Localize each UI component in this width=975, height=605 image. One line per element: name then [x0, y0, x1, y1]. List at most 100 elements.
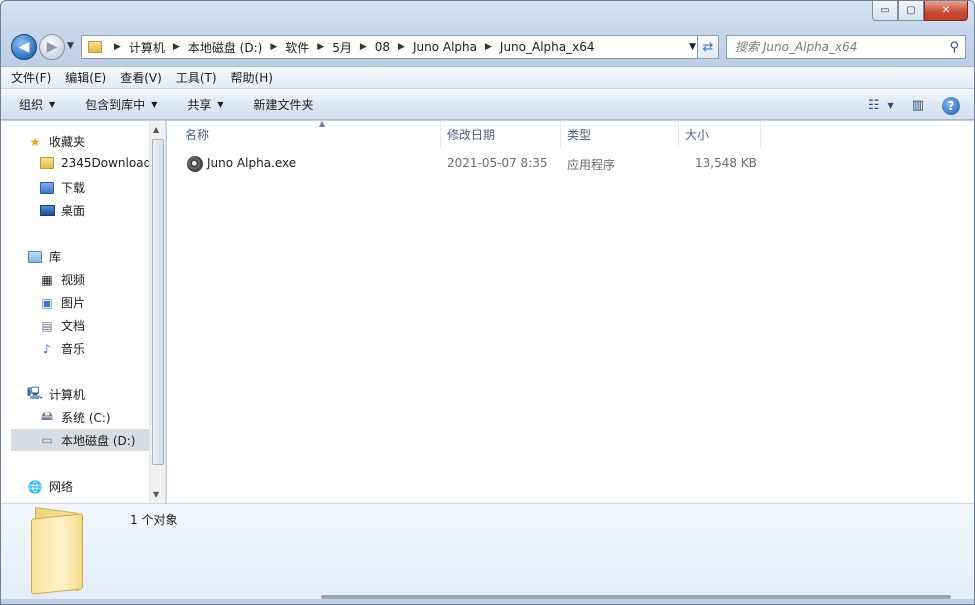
menu-bar: 文件(F) 编辑(E) 查看(V) 工具(T) 帮助(H): [1, 66, 974, 88]
maximize-button[interactable]: ▢: [898, 1, 924, 21]
breadcrumb-may[interactable]: 5月: [332, 39, 352, 56]
star-icon: ★: [29, 134, 41, 149]
nav-item-drive-d[interactable]: ▭ 本地磁盘 (D:): [11, 429, 149, 451]
forward-button[interactable]: ▶: [39, 34, 65, 60]
breadcrumb-computer[interactable]: 计算机: [129, 39, 165, 56]
column-type-label: 类型: [567, 127, 592, 142]
nav-computer-label: 计算机: [49, 388, 86, 402]
nav-item-documents[interactable]: ▤ 文档: [39, 317, 85, 334]
recent-pages-dropdown[interactable]: ▼: [67, 41, 74, 51]
chevron-right-icon[interactable]: ▶: [270, 42, 277, 52]
nav-favorites-label: 收藏夹: [49, 135, 86, 149]
nav-item-2345downloads[interactable]: 2345Downloads: [39, 156, 151, 170]
forward-arrow-icon: ▶: [46, 39, 58, 55]
nav-computer[interactable]: 🖳 计算机: [27, 386, 85, 403]
include-in-library-button[interactable]: 包含到库中 ▼: [85, 96, 157, 113]
chevron-right-icon[interactable]: ▶: [317, 42, 324, 52]
chevron-right-icon[interactable]: ▶: [485, 42, 492, 52]
nav-item-label: 桌面: [61, 204, 86, 218]
menu-help[interactable]: 帮助(H): [231, 69, 273, 86]
nav-item-label: 文档: [61, 319, 86, 333]
command-bar: 组织 ▼ 包含到库中 ▼ 共享 ▼ 新建文件夹 ☷ ▼ ▥ ?: [1, 89, 974, 120]
search-icon[interactable]: ⚲: [949, 40, 959, 55]
file-size: 13,548 KB: [695, 156, 757, 170]
address-bar[interactable]: ▶ 计算机 ▶ 本地磁盘 (D:) ▶ 软件 ▶ 5月 ▶ 08 ▶ Juno …: [81, 35, 719, 59]
nav-item-desktop[interactable]: 桌面: [39, 202, 85, 219]
menu-edit[interactable]: 编辑(E): [65, 69, 106, 86]
back-arrow-icon: ◀: [18, 39, 30, 55]
column-header-name[interactable]: 名称 ▲: [179, 119, 441, 147]
breadcrumb-juno-alpha-x64[interactable]: Juno_Alpha_x64: [500, 40, 595, 54]
minimize-button[interactable]: ▭: [872, 1, 898, 21]
organize-button[interactable]: 组织 ▼: [19, 96, 55, 113]
nav-network[interactable]: 🌐 网络: [27, 478, 74, 495]
music-icon: ♪: [43, 341, 51, 356]
application-icon: [187, 156, 203, 172]
search-box: ⚲: [726, 35, 966, 59]
nav-item-label: 系统 (C:): [61, 411, 111, 425]
preview-pane-button[interactable]: ▥: [912, 98, 924, 113]
details-pane: 1 个对象: [1, 503, 974, 599]
navigation-pane: ★ 收藏夹 2345Downloads 下载 桌面 库 ▦ 视频 ▣ 图片 ▤: [1, 121, 166, 503]
refresh-button[interactable]: ⇄: [697, 35, 719, 59]
nav-item-pictures[interactable]: ▣ 图片: [39, 294, 85, 311]
view-list-icon: ☷: [867, 98, 880, 113]
scrollbar-thumb[interactable]: [152, 139, 164, 465]
chevron-right-icon[interactable]: ▶: [398, 42, 405, 52]
system-drive-icon: 🖴: [40, 409, 54, 423]
breadcrumb-software[interactable]: 软件: [285, 39, 309, 56]
change-view-button[interactable]: ☷ ▼: [868, 98, 894, 113]
breadcrumb-drive-d[interactable]: 本地磁盘 (D:): [188, 39, 262, 56]
breadcrumb-08[interactable]: 08: [375, 40, 390, 54]
command-bar-right: ☷ ▼ ▥ ?: [868, 90, 974, 121]
nav-item-label: 本地磁盘 (D:): [61, 433, 136, 448]
library-icon: [27, 250, 43, 264]
share-label: 共享: [187, 98, 212, 112]
nav-item-drive-c[interactable]: 🖴 系统 (C:): [39, 409, 111, 426]
folder-icon: [88, 41, 102, 53]
menu-tools[interactable]: 工具(T): [176, 69, 217, 86]
video-icon: ▦: [41, 272, 53, 287]
menu-file[interactable]: 文件(F): [11, 69, 51, 86]
chevron-right-icon[interactable]: ▶: [360, 42, 367, 52]
organize-label: 组织: [19, 98, 44, 112]
column-header-type[interactable]: 类型: [561, 121, 679, 147]
help-button[interactable]: ?: [942, 96, 960, 115]
breadcrumb-juno-alpha[interactable]: Juno Alpha: [413, 40, 477, 54]
nav-favorites[interactable]: ★ 收藏夹: [27, 133, 85, 150]
nav-item-music[interactable]: ♪ 音乐: [39, 340, 85, 357]
nav-libraries-label: 库: [49, 250, 62, 264]
column-header-modified[interactable]: 修改日期: [441, 121, 561, 147]
back-button[interactable]: ◀: [11, 34, 37, 60]
close-button[interactable]: ✕: [924, 1, 968, 21]
nav-libraries[interactable]: 库: [27, 248, 61, 265]
scroll-down-icon[interactable]: ▼: [153, 490, 159, 499]
address-row: ◀ ▶ ▼ ▶ 计算机 ▶ 本地磁盘 (D:) ▶ 软件 ▶ 5月 ▶ 08 ▶…: [9, 32, 966, 62]
downloads-folder-icon: [39, 181, 55, 195]
computer-icon: 🖳: [27, 386, 44, 400]
nav-item-label: 下载: [61, 181, 86, 195]
address-dropdown-icon[interactable]: ▼: [689, 42, 696, 52]
search-input[interactable]: [735, 40, 935, 54]
include-in-library-label: 包含到库中: [85, 98, 146, 112]
nav-item-label: 视频: [61, 273, 86, 287]
scroll-up-icon[interactable]: ▲: [153, 125, 159, 134]
nav-scrollbar[interactable]: ▲ ▼: [149, 121, 165, 503]
nav-item-downloads[interactable]: 下载: [39, 179, 85, 196]
chevron-right-icon[interactable]: ▶: [173, 42, 180, 52]
chevron-down-icon: ▼: [151, 100, 158, 109]
nav-item-label: 音乐: [61, 342, 86, 356]
column-size-label: 大小: [685, 127, 710, 142]
column-header-size[interactable]: 大小: [679, 121, 761, 147]
chevron-right-icon[interactable]: ▶: [114, 42, 121, 52]
chevron-down-icon: ▼: [887, 101, 894, 110]
chevron-down-icon: ▼: [217, 100, 224, 109]
sort-ascending-icon: ▲: [319, 119, 326, 128]
new-folder-button[interactable]: 新建文件夹: [254, 96, 314, 113]
breadcrumb: ▶ 计算机 ▶ 本地磁盘 (D:) ▶ 软件 ▶ 5月 ▶ 08 ▶ Juno …: [106, 39, 595, 56]
horizontal-scrollbar[interactable]: [321, 595, 951, 599]
table-row[interactable]: Juno Alpha.exe 2021-05-07 8:35 应用程序 13,5…: [167, 152, 767, 176]
nav-item-videos[interactable]: ▦ 视频: [39, 271, 85, 288]
share-button[interactable]: 共享 ▼: [187, 96, 223, 113]
menu-view[interactable]: 查看(V): [120, 69, 162, 86]
